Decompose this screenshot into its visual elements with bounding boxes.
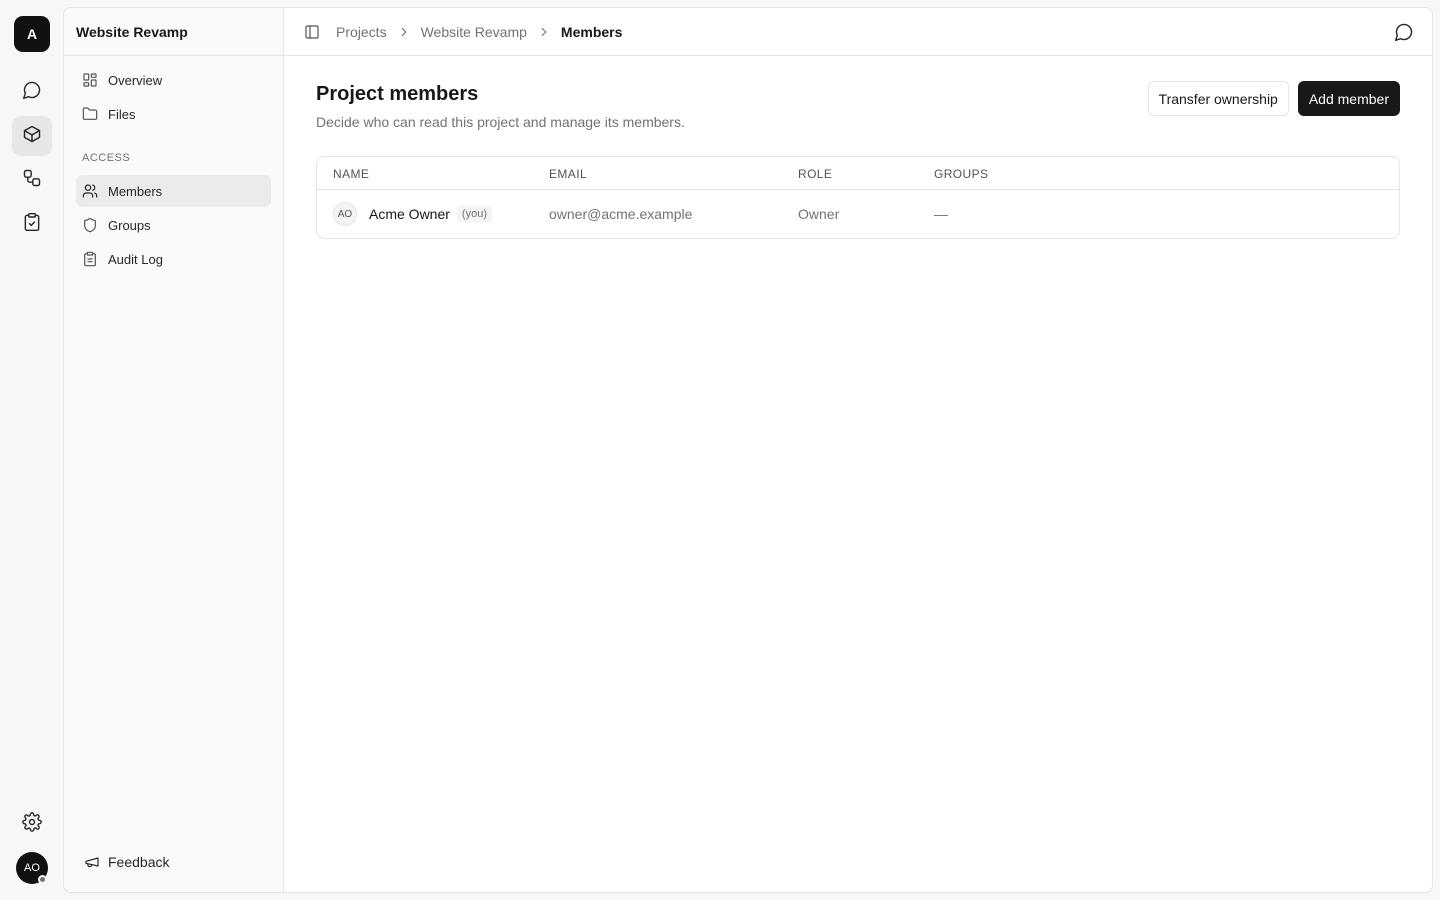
transfer-ownership-button[interactable]: Transfer ownership [1147,81,1289,116]
shield-icon [82,217,98,233]
sidebar-toggle-icon[interactable] [304,24,320,40]
project-name: Website Revamp [64,8,283,56]
sidebar-item-label: Files [108,106,136,122]
main-content: Project members Decide who can read this… [316,80,1400,239]
feedback-button[interactable]: Feedback [84,850,169,874]
users-icon [82,183,98,199]
sidebar-item-label: Groups [108,217,151,233]
member-role: Owner [798,206,840,222]
app-rail: A AO [0,0,64,900]
project-sidebar: Website Revamp Overview Files ACCESS Mem… [64,8,284,892]
members-table: NAME EMAIL ROLE GROUPS AO Acme Owner (yo… [316,156,1400,239]
chevron-right-icon [397,25,411,39]
folder-icon [82,106,98,122]
projects-nav-button[interactable] [12,116,52,156]
page-actions: Transfer ownership Add member [1147,81,1400,116]
member-groups: — [934,206,948,222]
sidebar-item-members[interactable]: Members [76,175,271,207]
settings-button[interactable] [12,804,52,844]
presence-status-dot [38,875,47,884]
table-row[interactable]: AO Acme Owner (you) owner@acme.example O… [317,190,1399,238]
column-header-groups: GROUPS [934,167,989,181]
workflows-nav-button[interactable] [12,160,52,200]
grid-icon [82,72,98,88]
access-section-label: ACCESS [82,152,131,164]
table-header: NAME EMAIL ROLE GROUPS [317,157,1399,190]
chevron-right-icon [537,25,551,39]
sidebar-item-files[interactable]: Files [76,98,271,130]
breadcrumb-projects[interactable]: Projects [336,24,387,40]
chat-bubble-icon[interactable] [1394,22,1414,42]
megaphone-icon [84,854,100,870]
sidebar-item-label: Members [108,183,163,199]
sidebar-item-groups[interactable]: Groups [76,209,271,241]
workspace-logo[interactable]: A [14,16,50,52]
sidebar-item-audit-log[interactable]: Audit Log [76,243,271,275]
column-header-name: NAME [333,167,370,181]
you-badge: (you) [456,206,492,222]
chat-nav-button[interactable] [12,72,52,112]
column-header-role: ROLE [798,167,833,181]
clipboard-icon [82,251,98,267]
chat-icon [22,80,42,105]
sidebar-item-overview[interactable]: Overview [76,64,271,96]
cube-icon [22,124,42,149]
gear-icon [22,811,42,837]
member-name: Acme Owner [369,206,450,222]
member-name-cell: AO Acme Owner (you) [333,190,492,238]
column-header-email: EMAIL [549,167,588,181]
member-email: owner@acme.example [549,206,693,222]
user-initials: AO [24,862,40,874]
workflow-icon [22,168,42,193]
top-bar: Projects Website Revamp Members [284,8,1432,56]
clipboard-check-icon [22,212,42,237]
user-avatar[interactable]: AO [16,852,48,884]
feedback-label: Feedback [108,854,170,870]
add-member-button[interactable]: Add member [1297,81,1400,116]
breadcrumb-project[interactable]: Website Revamp [421,24,527,40]
sidebar-item-label: Audit Log [108,251,163,267]
sidebar-item-label: Overview [108,72,163,88]
member-avatar: AO [333,202,357,226]
app-window: Website Revamp Overview Files ACCESS Mem… [63,7,1433,893]
breadcrumb-current: Members [560,23,623,40]
page-subtitle: Decide who can read this project and man… [316,114,685,130]
tasks-nav-button[interactable] [12,204,52,244]
breadcrumb: Projects Website Revamp Members [336,24,622,40]
